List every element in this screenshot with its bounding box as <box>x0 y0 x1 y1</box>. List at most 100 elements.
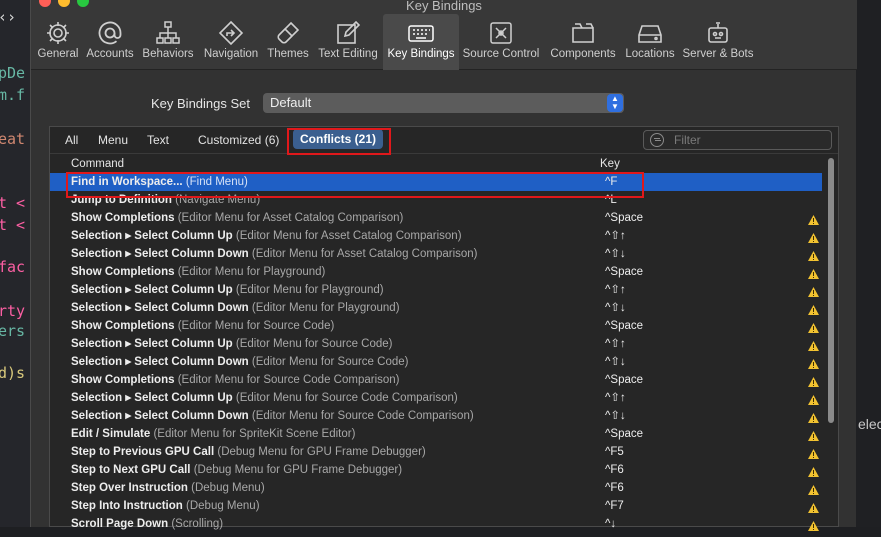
table-row[interactable]: Selection ▸ Select Column Up (Editor Men… <box>50 281 822 299</box>
command-name: Step Into Instruction <box>71 500 183 512</box>
key-cell[interactable]: ^⇧↓ <box>605 299 626 317</box>
paintbrush-icon <box>275 20 301 46</box>
table-row[interactable]: Selection ▸ Select Column Up (Editor Men… <box>50 227 822 245</box>
toolbar-item-components[interactable]: Components <box>543 14 623 70</box>
key-cell[interactable]: ^↓ <box>605 515 616 533</box>
warning-icon <box>808 321 819 333</box>
warning-icon <box>808 285 819 297</box>
command-context: (Editor Menu for SpriteKit Scene Editor) <box>153 428 356 440</box>
command-cell: Scroll Page Down (Scrolling) <box>71 515 223 533</box>
table-row[interactable]: Selection ▸ Select Column Down (Editor M… <box>50 299 822 317</box>
keyboard-icon <box>408 20 434 46</box>
warning-icon <box>808 447 819 459</box>
gear-icon <box>45 20 71 46</box>
key-cell[interactable]: ^⇧↓ <box>605 353 626 371</box>
toolbar-item-accounts[interactable]: Accounts <box>81 14 139 70</box>
command-cell: Selection ▸ Select Column Down (Editor M… <box>71 407 474 425</box>
table-row[interactable]: Show Completions (Editor Menu for Source… <box>50 371 822 389</box>
warning-icon <box>808 519 819 531</box>
command-cell: Step Into Instruction (Debug Menu) <box>71 497 260 515</box>
toolbar-item-server-bots[interactable]: Server & Bots <box>679 14 757 70</box>
warning-icon <box>808 267 819 279</box>
toolbar-item-general[interactable]: General <box>33 14 83 70</box>
key-cell[interactable]: ^Space <box>605 263 643 281</box>
toolbar-item-label: Themes <box>267 48 309 60</box>
toolbar-item-source-control[interactable]: Source Control <box>461 14 541 70</box>
column-header-command[interactable]: Command <box>71 158 124 170</box>
toolbar-item-themes[interactable]: Themes <box>265 14 311 70</box>
filter-search-field[interactable]: Filter <box>643 130 832 150</box>
tab-text[interactable]: Text <box>147 133 169 147</box>
key-cell[interactable]: ^⇧↓ <box>605 407 626 425</box>
drive-icon <box>637 20 663 46</box>
command-name: Selection ▸ Select Column Up <box>71 284 233 296</box>
key-cell[interactable]: ^⇧↑ <box>605 227 626 245</box>
toolbar-item-text-editing[interactable]: Text Editing <box>311 14 385 70</box>
command-context: (Editor Menu for Source Code Comparison) <box>251 410 474 422</box>
toolbar-item-navigation[interactable]: Navigation <box>197 14 265 70</box>
key-cell[interactable]: ^Space <box>605 425 643 443</box>
key-cell[interactable]: ^F5 <box>605 443 624 461</box>
background-inspector: elec <box>856 0 881 527</box>
table-row[interactable]: Step Into Instruction (Debug Menu) ^F7 <box>50 497 822 515</box>
command-name: Edit / Simulate <box>71 428 151 440</box>
window-title: Key Bindings <box>406 0 482 13</box>
table-row[interactable]: Show Completions (Editor Menu for Asset … <box>50 209 822 227</box>
background-code-editor: ‹› pDe m.f eat t < t < fac rty ers d)s <box>0 0 30 527</box>
table-row[interactable]: Selection ▸ Select Column Up (Editor Men… <box>50 335 822 353</box>
key-cell[interactable]: ^F7 <box>605 497 624 515</box>
table-row[interactable]: Selection ▸ Select Column Down (Editor M… <box>50 407 822 425</box>
selected-row-highlight-box <box>66 172 644 198</box>
background-code-line: eat <box>0 130 26 148</box>
toolbar-item-behaviors[interactable]: Behaviors <box>139 14 197 70</box>
warning-icon <box>808 339 819 351</box>
toolbar-item-key-bindings[interactable]: Key Bindings <box>383 14 459 70</box>
tab-customized[interactable]: Customized (6) <box>198 133 279 147</box>
table-row[interactable]: Show Completions (Editor Menu for Source… <box>50 317 822 335</box>
command-context: (Debug Menu for GPU Frame Debugger) <box>193 464 403 476</box>
key-cell[interactable]: ^F6 <box>605 461 624 479</box>
column-header-key[interactable]: Key <box>600 158 620 170</box>
table-row[interactable]: Selection ▸ Select Column Up (Editor Men… <box>50 389 822 407</box>
tab-menu[interactable]: Menu <box>98 133 128 147</box>
key-bindings-set-popup[interactable]: Default ▲ ▼ <box>263 93 624 113</box>
command-context: (Editor Menu for Playground) <box>251 302 400 314</box>
command-context: (Editor Menu for Source Code Comparison) <box>177 374 400 386</box>
table-row[interactable]: Show Completions (Editor Menu for Playgr… <box>50 263 822 281</box>
key-cell[interactable]: ^⇧↑ <box>605 281 626 299</box>
table-row[interactable]: Selection ▸ Select Column Down (Editor M… <box>50 245 822 263</box>
filter-placeholder: Filter <box>674 133 701 147</box>
background-code-line: ers <box>0 322 26 340</box>
command-name: Selection ▸ Select Column Up <box>71 392 233 404</box>
table-row[interactable]: Selection ▸ Select Column Down (Editor M… <box>50 353 822 371</box>
tab-all[interactable]: All <box>65 133 78 147</box>
warning-icon <box>808 213 819 225</box>
scrollbar-thumb[interactable] <box>828 158 834 423</box>
table-row[interactable]: Edit / Simulate (Editor Menu for SpriteK… <box>50 425 822 443</box>
key-cell[interactable]: ^⇧↑ <box>605 389 626 407</box>
warning-icon <box>808 375 819 387</box>
command-cell: Selection ▸ Select Column Up (Editor Men… <box>71 227 462 245</box>
background-code-line: t < <box>0 194 26 212</box>
key-cell[interactable]: ^⇧↓ <box>605 245 626 263</box>
key-cell[interactable]: ^⇧↑ <box>605 335 626 353</box>
warning-icon <box>808 231 819 243</box>
table-row[interactable]: Step to Next GPU Call (Debug Menu for GP… <box>50 461 822 479</box>
key-cell[interactable]: ^Space <box>605 209 643 227</box>
table-row[interactable]: Step Over Instruction (Debug Menu) ^F6 <box>50 479 822 497</box>
command-name: Show Completions <box>71 212 175 224</box>
vertical-scrollbar[interactable] <box>826 157 836 528</box>
command-context: (Editor Menu for Asset Catalog Compariso… <box>177 212 404 224</box>
command-cell: Selection ▸ Select Column Down (Editor M… <box>71 353 408 371</box>
command-context: (Editor Menu for Source Code) <box>177 320 335 332</box>
toolbar-item-locations[interactable]: Locations <box>623 14 677 70</box>
warning-icon <box>808 483 819 495</box>
key-cell[interactable]: ^Space <box>605 371 643 389</box>
warning-icon <box>808 357 819 369</box>
key-cell[interactable]: ^F6 <box>605 479 624 497</box>
table-row[interactable]: Scroll Page Down (Scrolling) ^↓ <box>50 515 822 533</box>
command-context: (Debug Menu for GPU Frame Debugger) <box>217 446 426 458</box>
table-row[interactable]: Step to Previous GPU Call (Debug Menu fo… <box>50 443 822 461</box>
chevron-up-down-icon: ▲ ▼ <box>607 94 623 112</box>
key-cell[interactable]: ^Space <box>605 317 643 335</box>
